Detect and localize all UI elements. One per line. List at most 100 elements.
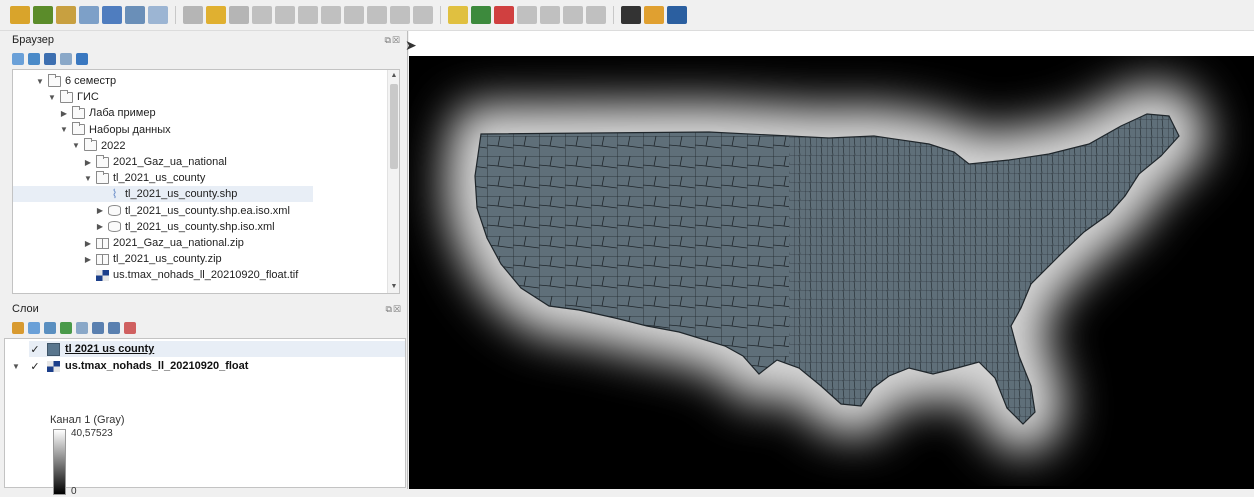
collapse-arrow-icon[interactable]: ▼ (35, 77, 45, 86)
folder-icon (60, 89, 73, 103)
label-props-icon[interactable] (586, 6, 606, 24)
save-edits-icon[interactable] (229, 6, 249, 24)
expand-arrow-icon[interactable]: ▶ (83, 239, 93, 248)
ramp-min-value: 0 (71, 486, 77, 497)
folder-icon (84, 138, 97, 152)
folder-icon (96, 154, 109, 168)
style-icon[interactable] (12, 322, 24, 334)
layer-name: us.tmax_nohads_ll_20210920_float (65, 360, 249, 372)
layers-panel-controls[interactable]: ⧉☒ (386, 304, 403, 315)
info-icon[interactable] (76, 53, 88, 65)
expand-arrow-icon[interactable]: ▶ (83, 158, 93, 167)
layer-visibility-checkbox[interactable]: ✓ (29, 343, 41, 356)
collapse-arrow-icon[interactable]: ▼ (71, 141, 81, 150)
tree-item[interactable]: ▼ 6 семестр (35, 73, 116, 89)
folder-icon (96, 170, 109, 184)
tree-item-label: 2021_Gaz_ua_national (113, 156, 227, 168)
toolbar-separator (440, 6, 441, 24)
remove-layer-icon[interactable] (124, 322, 136, 334)
browser-scrollbar[interactable]: ▲ ▼ (387, 70, 399, 293)
label-show-icon[interactable] (494, 6, 514, 24)
scroll-thumb[interactable] (390, 84, 398, 169)
cursor-arrow-icon: ➤ (405, 37, 417, 53)
add-vector-icon[interactable] (10, 6, 30, 24)
toolbar-separator (613, 6, 614, 24)
label-move-icon[interactable] (517, 6, 537, 24)
redo-icon[interactable] (413, 6, 433, 24)
layer-row-raster[interactable]: ▼ ✓ us.tmax_nohads_ll_20210920_float (11, 358, 248, 374)
tree-item[interactable]: ▶ tl_2021_us_county.shp.iso.xml (95, 219, 275, 235)
collapse-arrow-icon[interactable]: ▼ (59, 125, 69, 134)
refresh-icon[interactable] (28, 53, 40, 65)
add-selected-icon[interactable] (12, 53, 24, 65)
filter-legend-icon[interactable] (60, 322, 72, 334)
layer-visibility-checkbox[interactable]: ✓ (29, 360, 41, 373)
tree-item-label: tl_2021_us_county (113, 172, 206, 185)
browser-panel-header: Браузер ⧉☒ (0, 31, 407, 49)
node-tool-icon[interactable] (275, 6, 295, 24)
tree-item[interactable]: ▼ Наборы данных (59, 122, 171, 138)
scroll-up-icon[interactable]: ▲ (388, 70, 399, 82)
pencil-icon[interactable] (206, 6, 226, 24)
tree-item[interactable]: ▶ Лаба пример (59, 105, 156, 121)
filter-icon[interactable] (44, 53, 56, 65)
add-raster-icon[interactable] (33, 6, 53, 24)
add-postgis-icon[interactable] (102, 6, 122, 24)
browser-panel-controls[interactable]: ⧉☒ (385, 35, 402, 46)
left-dock: Браузер ⧉☒ ▲ ▼ ▼ 6 семестр ▼ ГИС ▶ Лаба приме… (0, 31, 408, 497)
tree-item[interactable]: ▼ tl_2021_us_county (83, 170, 205, 186)
expand-arrow-icon[interactable]: ▶ (59, 109, 69, 118)
paste-feature-icon[interactable] (367, 6, 387, 24)
expand-arrow-icon[interactable]: ▶ (83, 255, 93, 264)
gray-color-ramp (53, 429, 66, 495)
undo-icon[interactable] (390, 6, 410, 24)
expand-arrow-icon[interactable]: ▶ (95, 206, 105, 215)
expand-arrow-icon[interactable]: ▼ (11, 362, 21, 371)
grass-icon[interactable] (667, 6, 687, 24)
label-change-icon[interactable] (563, 6, 583, 24)
map-canvas[interactable] (409, 56, 1254, 489)
folder-icon (72, 122, 85, 136)
layers-panel-header: Слои ⧉☒ (0, 300, 408, 318)
add-spatialite-icon[interactable] (79, 6, 99, 24)
add-wcs-icon[interactable] (148, 6, 168, 24)
add-delimited-icon[interactable] (56, 6, 76, 24)
county-layer (474, 113, 1180, 425)
tree-item[interactable]: ▼ ГИС (47, 89, 99, 105)
tree-item[interactable]: ▼ 2022 (71, 138, 125, 154)
add-wms-icon[interactable] (125, 6, 145, 24)
expression-icon[interactable] (76, 322, 88, 334)
tree-item-label: tl_2021_us_county.shp.iso.xml (125, 220, 275, 233)
tree-item[interactable]: us.tmax_nohads_ll_20210920_float.tif (83, 267, 298, 283)
copy-feature-icon[interactable] (344, 6, 364, 24)
label-rotate-icon[interactable] (540, 6, 560, 24)
visibility-icon[interactable] (44, 322, 56, 334)
label-pin-icon[interactable] (471, 6, 491, 24)
expand-icon[interactable] (92, 322, 104, 334)
add-feature-icon[interactable] (252, 6, 272, 24)
tree-item[interactable]: ▶ tl_2021_us_county.shp.ea.iso.xml (95, 203, 290, 219)
collapse-icon[interactable] (60, 53, 72, 65)
tree-item[interactable]: ▶ tl_2021_us_county.zip (83, 251, 222, 267)
digitize-icon[interactable] (183, 6, 203, 24)
plugin-icon[interactable] (644, 6, 664, 24)
tree-item-label: tl_2021_us_county.shp (125, 188, 238, 201)
expand-arrow-icon[interactable]: ▶ (95, 222, 105, 231)
collapse-arrow-icon[interactable]: ▼ (47, 93, 57, 102)
browser-tree[interactable]: ▲ ▼ ▼ 6 семестр ▼ ГИС ▶ Лаба пример ▼ Наборы да… (12, 69, 400, 294)
metadata-file-icon (108, 221, 121, 233)
label-icon[interactable] (448, 6, 468, 24)
cut-feature-icon[interactable] (321, 6, 341, 24)
layer-row-county[interactable]: ✓ tl 2021 us county (29, 341, 405, 357)
python-icon[interactable] (621, 6, 641, 24)
tree-item[interactable]: ▶ 2021_Gaz_ua_national (83, 154, 227, 170)
map-svg (445, 84, 1209, 454)
scroll-down-icon[interactable]: ▼ (388, 281, 399, 293)
layers-panel-title: Слои (12, 303, 39, 315)
delete-feature-icon[interactable] (298, 6, 318, 24)
add-group-icon[interactable] (28, 322, 40, 334)
tree-item[interactable]: ⌇ tl_2021_us_county.shp (13, 186, 313, 203)
collapse-icon[interactable] (108, 322, 120, 334)
tree-item[interactable]: ▶ 2021_Gaz_ua_national.zip (83, 235, 244, 251)
collapse-arrow-icon[interactable]: ▼ (83, 174, 93, 183)
